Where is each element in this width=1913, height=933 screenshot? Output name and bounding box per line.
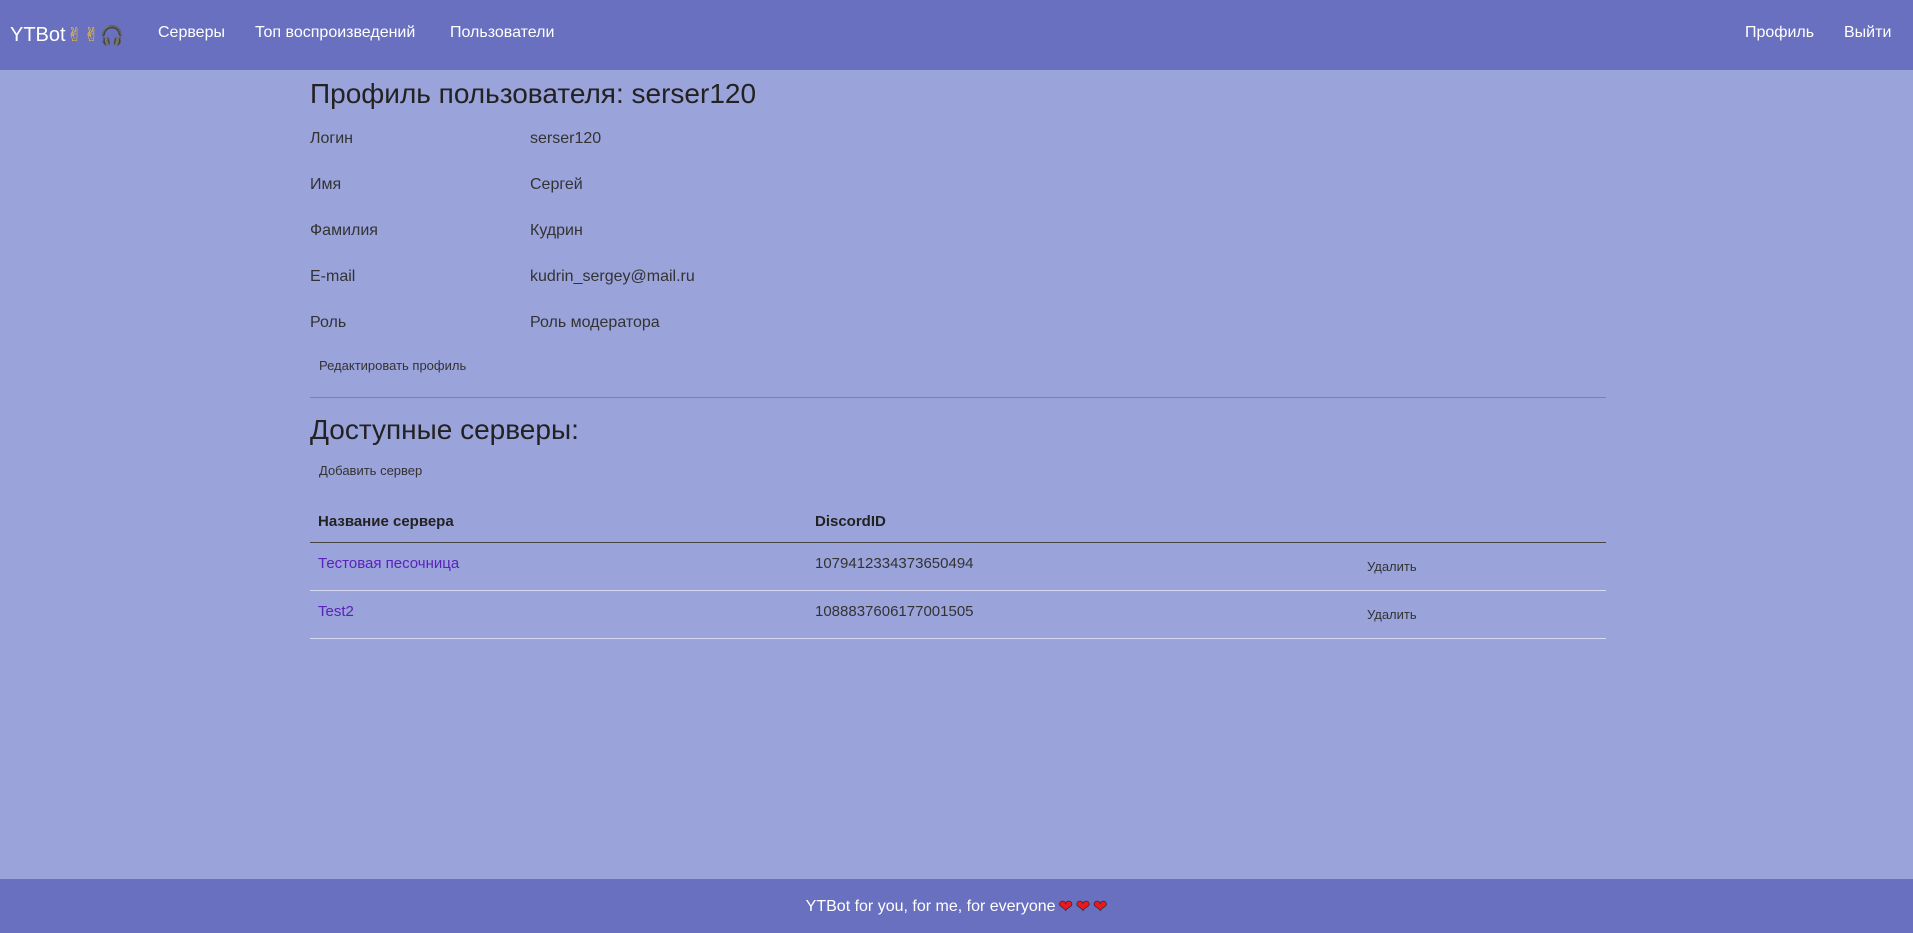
nav-link-profile[interactable]: Профиль xyxy=(1745,24,1814,42)
server-discord-id: 1088837606177001505 xyxy=(815,603,974,620)
field-value-role: Роль модератора xyxy=(530,314,660,331)
heart-icon: ❤ xyxy=(1058,897,1073,918)
navbar: YTBot ✌ ✌ 🎧 Серверы Топ воспроизведений … xyxy=(0,0,1913,70)
field-label-role: Роль xyxy=(310,314,347,331)
section-divider xyxy=(310,397,1606,398)
nav-link-top-plays[interactable]: Топ воспроизведений xyxy=(255,24,415,42)
edit-profile-button[interactable]: Редактировать профиль xyxy=(319,358,466,373)
brand-link[interactable]: YTBot ✌ ✌ 🎧 xyxy=(10,20,124,50)
server-name-link[interactable]: Test2 xyxy=(318,603,354,620)
brand-name: YTBot xyxy=(10,23,66,46)
table-header-border xyxy=(310,542,1606,543)
server-discord-id: 1079412334373650494 xyxy=(815,555,974,572)
field-label-login: Логин xyxy=(310,130,354,147)
delete-server-button[interactable]: Удалить xyxy=(1367,559,1417,574)
field-value-login: serser120 xyxy=(530,130,602,147)
field-label-last-name: Фамилия xyxy=(310,222,378,239)
column-header-discord-id: DiscordID xyxy=(815,513,886,530)
table-row-border xyxy=(310,638,1606,639)
victory-hand-icon: ✌ xyxy=(83,24,100,46)
servers-title: Доступные серверы: xyxy=(310,414,579,445)
footer: YTBot for you, for me, for everyone ❤ ❤ … xyxy=(0,879,1913,933)
field-value-first-name: Сергей xyxy=(530,176,583,193)
field-value-email: kudrin_sergey@mail.ru xyxy=(530,268,695,285)
nav-link-users[interactable]: Пользователи xyxy=(450,24,554,42)
headphones-icon: 🎧 xyxy=(100,24,125,47)
victory-hand-icon: ✌ xyxy=(66,24,83,46)
heart-icon: ❤ xyxy=(1075,897,1091,918)
field-label-first-name: Имя xyxy=(310,176,342,193)
page-title: Профиль пользователя: serser120 xyxy=(310,78,757,109)
server-name-link[interactable]: Тестовая песочница xyxy=(318,555,459,572)
column-header-server-name: Название сервера xyxy=(318,513,454,530)
footer-text: YTBot for you, for me, for everyone xyxy=(805,898,1056,915)
table-row-border xyxy=(310,590,1606,591)
nav-link-servers[interactable]: Серверы xyxy=(158,24,225,42)
add-server-button[interactable]: Добавить сервер xyxy=(319,463,422,478)
nav-link-logout[interactable]: Выйти xyxy=(1844,24,1891,42)
field-value-last-name: Кудрин xyxy=(530,222,583,239)
delete-server-button[interactable]: Удалить xyxy=(1367,607,1417,622)
field-label-email: E-mail xyxy=(310,268,356,285)
heart-icon: ❤ xyxy=(1093,897,1108,918)
